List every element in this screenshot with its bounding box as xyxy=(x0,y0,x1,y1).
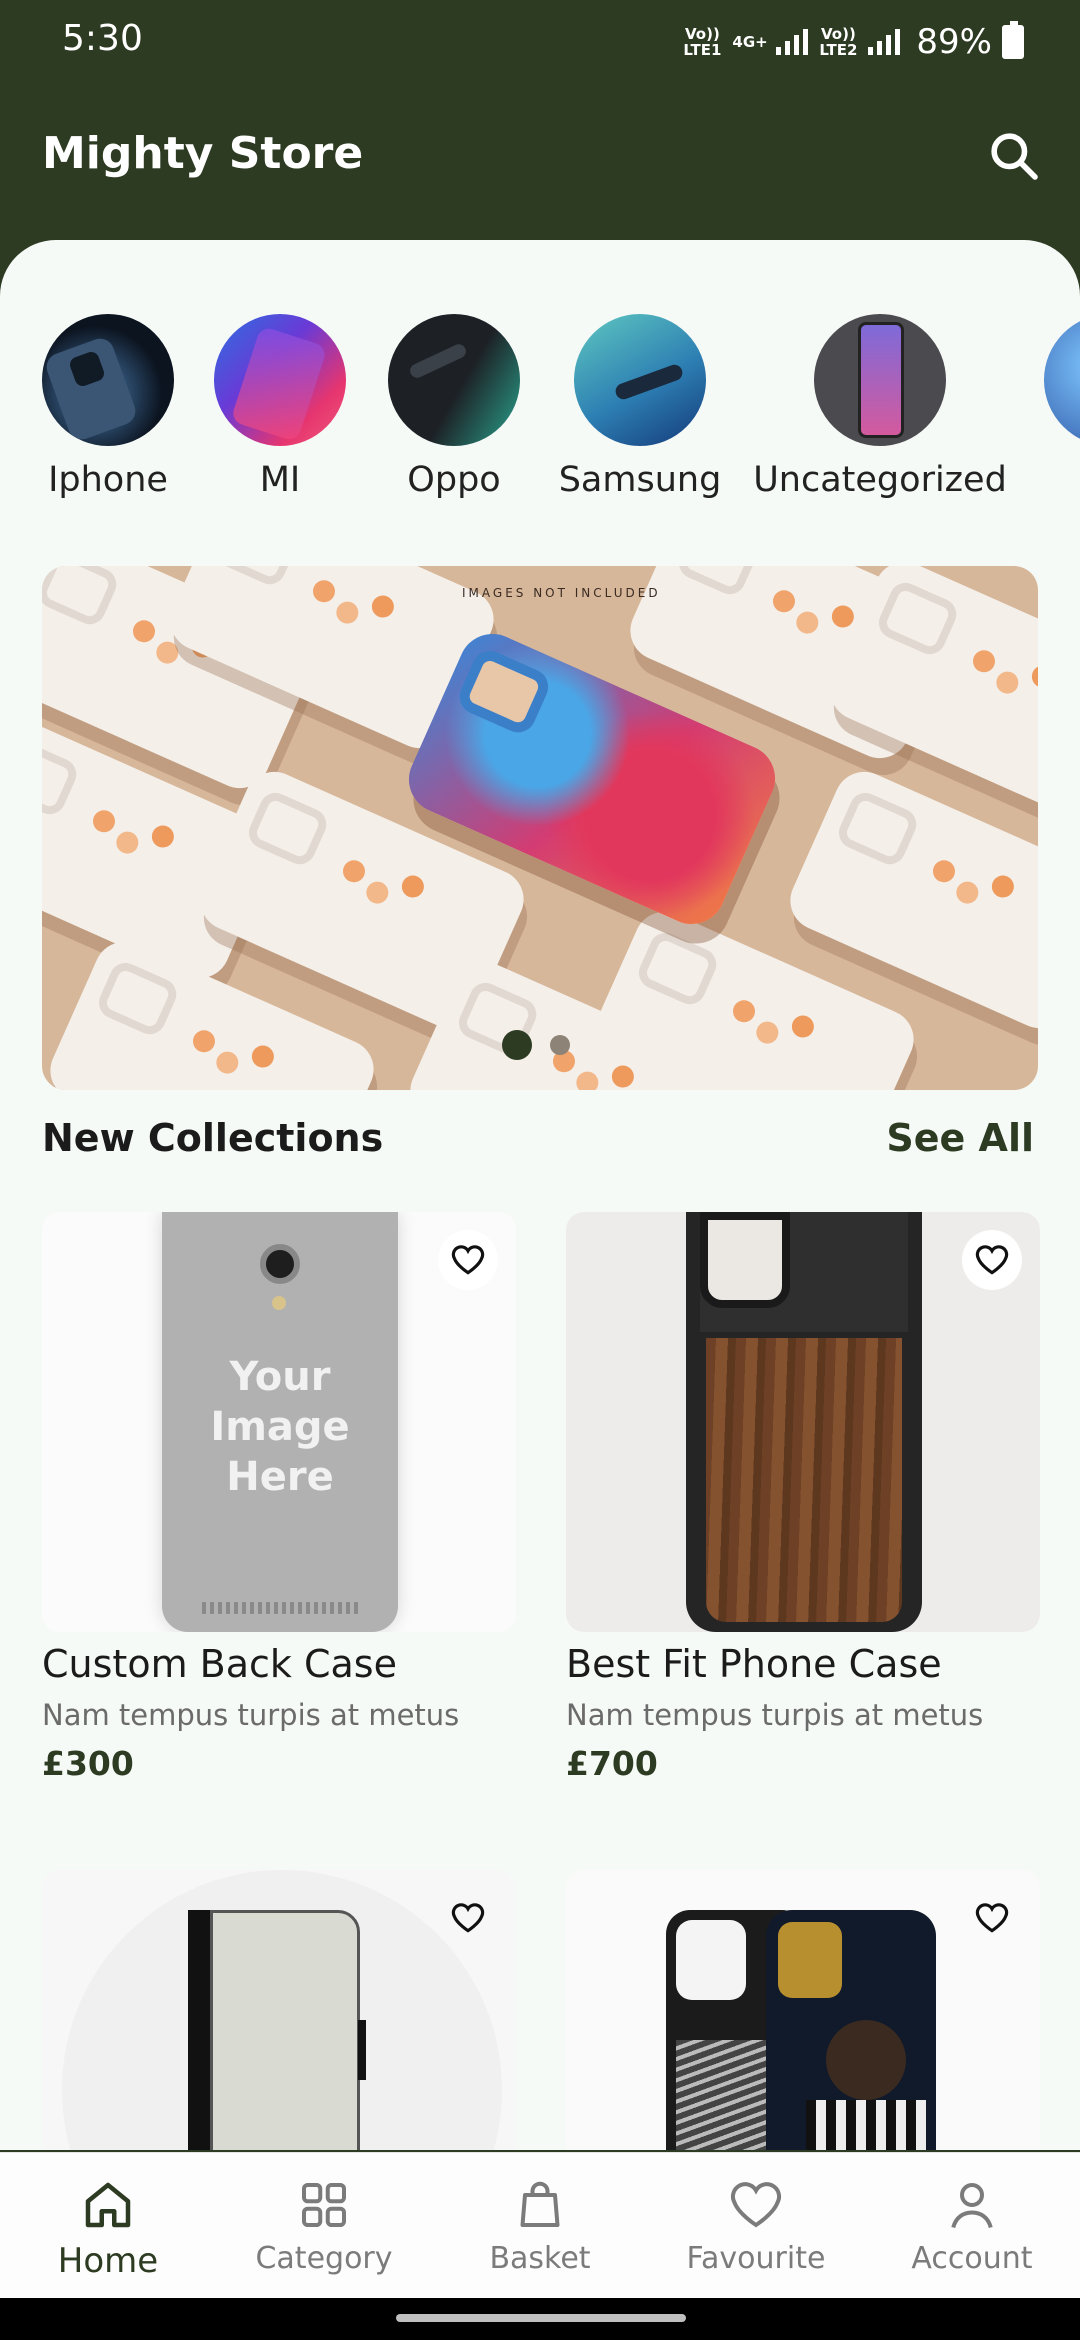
product-name: Best Fit Phone Case xyxy=(566,1642,942,1686)
grid-icon xyxy=(302,2183,346,2227)
see-all-link[interactable]: See All xyxy=(886,1116,1034,1160)
category-label: Oppo xyxy=(407,460,501,500)
product-description: Nam tempus turpis at metus xyxy=(42,1698,460,1732)
category-item-oppo[interactable]: Oppo xyxy=(388,314,520,500)
nav-basket[interactable]: Basket xyxy=(432,2153,648,2298)
app-title: Mighty Store xyxy=(42,128,364,179)
nav-favourite[interactable]: Favourite xyxy=(648,2153,864,2298)
product-card[interactable]: Best Fit Phone Case Nam tempus turpis at… xyxy=(566,1212,1040,1783)
banner-overlay-text: IMAGES NOT INCLUDED xyxy=(462,586,661,600)
product-price: £700 xyxy=(566,1744,658,1783)
bottom-navigation: Home Category Basket Favourite Account xyxy=(0,2152,1080,2298)
product-image[interactable] xyxy=(566,1870,1040,2150)
heart-icon xyxy=(451,1903,485,1933)
nav-label: Favourite xyxy=(686,2241,826,2276)
category-label: MI xyxy=(259,460,301,500)
product-card[interactable] xyxy=(566,1870,1040,2150)
nav-label: Account xyxy=(911,2241,1033,2276)
search-icon[interactable] xyxy=(986,128,1042,184)
signal-icon-2 xyxy=(868,29,901,55)
status-bar: 5:30 Vo)) LTE1 4G+ Vo)) LTE2 89% xyxy=(0,0,1080,80)
heart-icon xyxy=(730,2182,782,2228)
network-type: 4G+ xyxy=(732,33,768,51)
promo-banner[interactable]: IMAGES NOT INCLUDED xyxy=(42,566,1038,1090)
nav-home[interactable]: Home xyxy=(0,2153,216,2298)
category-item-samsung[interactable]: Samsung xyxy=(559,314,721,500)
custom-image-placeholder-text: Your Image Here xyxy=(210,1354,350,1500)
category-image xyxy=(388,314,520,446)
category-item-uncategorized[interactable]: Uncategorized xyxy=(753,314,1007,500)
product-card[interactable] xyxy=(42,1870,516,2150)
heart-icon xyxy=(975,1903,1009,1933)
category-label: Iphone xyxy=(48,460,168,500)
nav-label: Basket xyxy=(489,2241,591,2276)
product-name: Custom Back Case xyxy=(42,1642,397,1686)
favourite-button[interactable] xyxy=(962,1230,1022,1290)
product-card[interactable]: Your Image Here Custom Back Case Nam tem… xyxy=(42,1212,516,1783)
product-image[interactable] xyxy=(42,1870,516,2150)
content-sheet: Iphone MI Oppo Samsung Uncategorized IMA… xyxy=(0,240,1080,2150)
category-item-v[interactable]: V xyxy=(1044,314,1080,500)
category-list[interactable]: Iphone MI Oppo Samsung Uncategorized xyxy=(0,314,1080,514)
battery-percent: 89% xyxy=(916,22,992,62)
heart-icon xyxy=(451,1245,485,1275)
battery-icon xyxy=(1002,21,1024,59)
favourite-button[interactable] xyxy=(438,1888,498,1948)
status-time: 5:30 xyxy=(62,18,143,59)
signal-icon xyxy=(776,29,809,55)
category-image xyxy=(574,314,706,446)
section-title: New Collections xyxy=(42,1116,384,1160)
product-image[interactable] xyxy=(566,1212,1040,1632)
category-image xyxy=(814,314,946,446)
nav-label: Category xyxy=(255,2241,393,2276)
favourite-button[interactable] xyxy=(438,1230,498,1290)
sim1-label: Vo)) LTE1 xyxy=(683,25,722,59)
bag-icon xyxy=(520,2181,560,2227)
product-description: Nam tempus turpis at metus xyxy=(566,1698,984,1732)
nav-account[interactable]: Account xyxy=(864,2153,1080,2298)
carousel-dot[interactable] xyxy=(550,1035,570,1055)
home-icon xyxy=(85,2182,131,2228)
carousel-dot-active[interactable] xyxy=(502,1030,532,1060)
sim2-label: Vo)) LTE2 xyxy=(819,25,858,59)
product-image[interactable]: Your Image Here xyxy=(42,1212,516,1632)
category-label: Samsung xyxy=(558,460,722,500)
favourite-button[interactable] xyxy=(962,1888,1022,1948)
category-image xyxy=(1044,314,1080,446)
status-indicators: Vo)) LTE1 4G+ Vo)) LTE2 89% xyxy=(682,21,1024,62)
person-icon xyxy=(951,2183,993,2229)
category-label: Uncategorized xyxy=(753,460,1007,500)
heart-icon xyxy=(975,1245,1009,1275)
product-price: £300 xyxy=(42,1744,134,1783)
category-item-iphone[interactable]: Iphone xyxy=(42,314,174,500)
gesture-handle[interactable] xyxy=(396,2314,686,2322)
carousel-indicator[interactable] xyxy=(502,1030,570,1060)
gesture-bar[interactable] xyxy=(0,2298,1080,2340)
nav-label: Home xyxy=(57,2241,159,2281)
category-image xyxy=(42,314,174,446)
category-image xyxy=(214,314,346,446)
nav-category[interactable]: Category xyxy=(216,2153,432,2298)
category-item-mi[interactable]: MI xyxy=(214,314,346,500)
